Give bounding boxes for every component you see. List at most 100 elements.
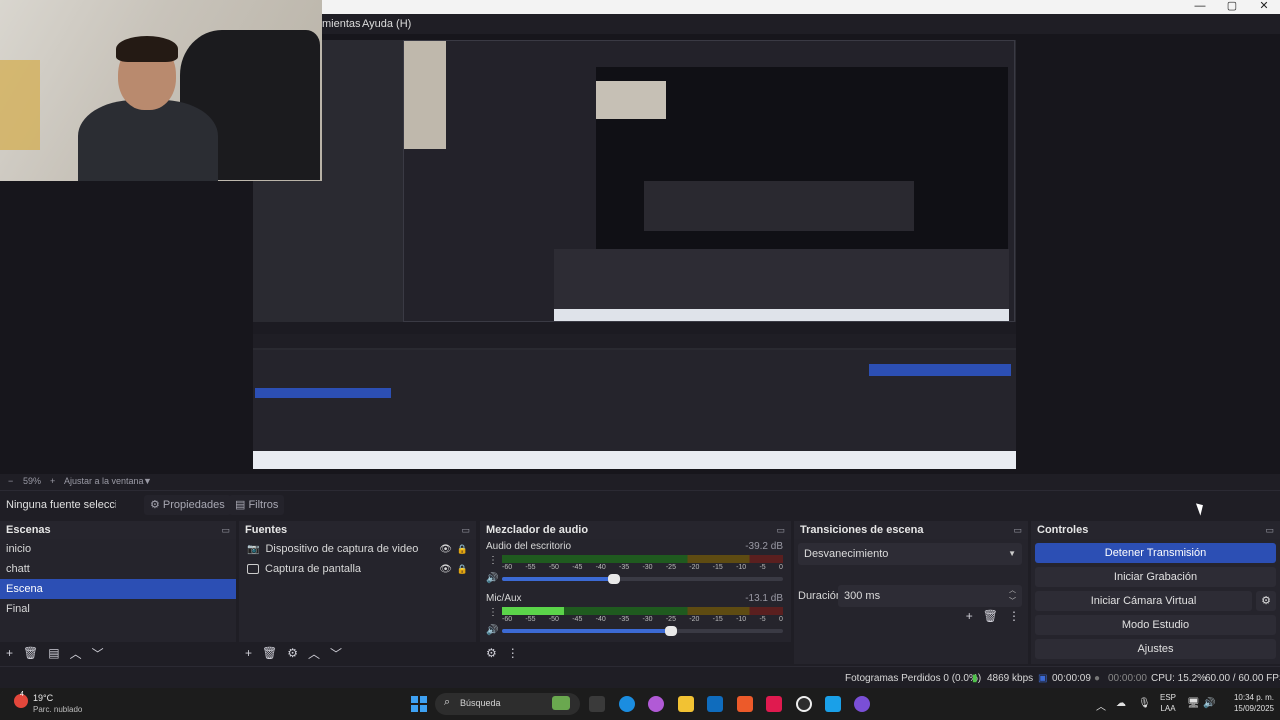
arrow-down-icon[interactable]: ﹀	[92, 645, 104, 662]
zoom-out-button[interactable]: −	[8, 476, 13, 486]
cloud-icon[interactable]: ☁	[1116, 698, 1126, 709]
eye-icon[interactable]: 👁	[439, 564, 452, 575]
minimize-button[interactable]: —	[1184, 0, 1216, 14]
kebab-menu-icon[interactable]: ⋮	[488, 607, 498, 618]
db-tick-label: -25	[665, 616, 676, 623]
outlook-icon[interactable]	[707, 696, 723, 712]
start-virtual-camera-button[interactable]: Iniciar Cámara Virtual	[1035, 591, 1252, 611]
kebab-menu-icon[interactable]: ⋮	[507, 646, 519, 660]
scene-item-inicio[interactable]: inicio	[0, 539, 236, 559]
brave-icon[interactable]	[737, 696, 753, 712]
nested-stop-button	[869, 364, 1011, 376]
filters-button[interactable]: ▤ Filtros	[229, 495, 285, 515]
gear-icon[interactable]: ⚙	[287, 646, 298, 660]
network-icon[interactable]: 🖥	[1187, 698, 1200, 709]
close-button[interactable]: ✕	[1248, 0, 1280, 14]
file-explorer-icon[interactable]	[678, 696, 694, 712]
add-icon[interactable]: +	[6, 646, 13, 660]
duration-field[interactable]: 300 ms ︿ ﹀	[838, 585, 1022, 607]
controls-header: Controles ▭	[1031, 521, 1280, 539]
add-icon[interactable]: +	[245, 646, 252, 660]
source-item-screen-capture[interactable]: Captura de pantalla 👁 🔒	[239, 559, 476, 579]
fit-window-label[interactable]: Ajustar a la ventana	[64, 476, 144, 486]
transition-select[interactable]: Desvanecimiento ▼	[798, 543, 1022, 565]
obs-icon[interactable]	[796, 696, 812, 712]
trash-icon[interactable]: 🗑	[983, 609, 998, 623]
scenes-list: inicio chatt Escena Final + 🗑 ▤ ︿ ﹀	[0, 539, 236, 664]
db-tick-label: -30	[642, 616, 653, 623]
nested-obs	[644, 181, 914, 231]
properties-button[interactable]: ⚙ Propiedades	[144, 495, 231, 515]
filter-icon[interactable]: ▤	[48, 646, 59, 660]
scene-item-final[interactable]: Final	[0, 599, 236, 619]
dock-float-icon[interactable]: ▭	[221, 525, 230, 536]
dock-float-icon[interactable]: ▭	[1013, 525, 1022, 536]
trash-icon[interactable]: 🗑	[262, 646, 277, 660]
db-tick-label: -60	[502, 616, 513, 623]
virtual-camera-settings-button[interactable]: ⚙	[1256, 591, 1276, 611]
eye-icon[interactable]: 👁	[439, 544, 452, 555]
db-tick-label: -5	[759, 616, 766, 623]
volume-slider[interactable]	[502, 626, 783, 636]
studio-mode-button[interactable]: Modo Estudio	[1035, 615, 1276, 635]
arrow-up-icon[interactable]: ︿	[70, 645, 82, 662]
preview-canvas[interactable]	[253, 40, 1016, 469]
copilot-icon[interactable]	[648, 696, 664, 712]
trash-icon[interactable]: 🗑	[23, 646, 38, 660]
volume-knob[interactable]	[608, 574, 621, 584]
channel-name: Mic/Aux	[486, 593, 522, 604]
record-time: 00:00:00	[1108, 673, 1147, 684]
volume-fill	[502, 629, 671, 633]
add-icon[interactable]: +	[966, 609, 973, 623]
lock-icon[interactable]: 🔒	[457, 544, 468, 555]
taskbar-search[interactable]: ⌕ Búsqueda	[435, 693, 580, 715]
db-tick-label: -50	[548, 616, 559, 623]
gear-icon[interactable]: ⚙	[486, 646, 497, 660]
speaker-icon[interactable]: 🔊	[486, 625, 498, 636]
arrow-up-icon[interactable]: ︿	[308, 645, 320, 662]
controls-body: Detener Transmisión Iniciar Grabación In…	[1031, 539, 1280, 664]
menu-tools[interactable]: mientas	[322, 18, 361, 30]
language-indicator[interactable]: ESP LAA	[1160, 692, 1176, 714]
clock[interactable]: 10:34 p. m. 15/09/2025	[1224, 692, 1274, 714]
settings-button[interactable]: Ajustes	[1035, 639, 1276, 659]
source-item-video-capture[interactable]: 📷 Dispositivo de captura de video 👁 🔒	[239, 539, 476, 559]
tiktok-icon[interactable]	[766, 696, 782, 712]
chevron-up-icon[interactable]: ︿	[1096, 698, 1106, 713]
obs-window: — ▢ ✕ mientas Ayuda (H) − 59% + Ajustar …	[0, 0, 1280, 720]
dock-float-icon[interactable]: ▭	[1265, 525, 1274, 536]
db-tick-label: -25	[665, 564, 676, 571]
kebab-menu-icon[interactable]: ⋮	[488, 555, 498, 566]
zoom-in-button[interactable]: +	[50, 476, 55, 486]
windows-start-icon[interactable]	[411, 696, 427, 712]
caret-down-icon[interactable]: ▼	[143, 476, 152, 486]
speaker-icon[interactable]: 🔊	[486, 573, 498, 584]
maximize-button[interactable]: ▢	[1216, 0, 1248, 14]
scene-item-chatt[interactable]: chatt	[0, 559, 236, 579]
edge-icon[interactable]	[619, 696, 635, 712]
volume-slider[interactable]	[502, 574, 783, 584]
dock-float-icon[interactable]: ▭	[461, 525, 470, 536]
stop-stream-button[interactable]: Detener Transmisión	[1035, 543, 1276, 563]
mic-icon[interactable]: 🎙	[1138, 698, 1151, 709]
weather-condition: Parc. nublado	[33, 705, 83, 714]
scene-item-escena[interactable]: Escena	[0, 579, 236, 599]
volume-icon[interactable]: 🔊	[1203, 698, 1215, 709]
transitions-header: Transiciones de escena ▭	[794, 521, 1028, 539]
spin-arrows-icon[interactable]: ︿ ﹀	[1009, 585, 1016, 607]
webcam-person-body	[78, 100, 218, 181]
transition-type: Desvanecimiento	[804, 548, 889, 560]
start-recording-button[interactable]: Iniciar Grabación	[1035, 567, 1276, 587]
menu-help[interactable]: Ayuda (H)	[362, 18, 411, 30]
lock-icon[interactable]: 🔒	[457, 564, 468, 575]
volume-knob[interactable]	[664, 626, 677, 636]
scenes-title: Escenas	[6, 524, 51, 536]
dock-float-icon[interactable]: ▭	[776, 525, 785, 536]
app-icon[interactable]	[825, 696, 841, 712]
arrow-down-icon[interactable]: ﹀	[330, 645, 342, 662]
mixer-header: Mezclador de audio ▭	[480, 521, 791, 539]
task-view-icon[interactable]	[589, 696, 605, 712]
app-purple-icon[interactable]	[854, 696, 870, 712]
kebab-menu-icon[interactable]: ⋮	[1008, 609, 1020, 623]
webcam-overlay	[0, 0, 322, 181]
